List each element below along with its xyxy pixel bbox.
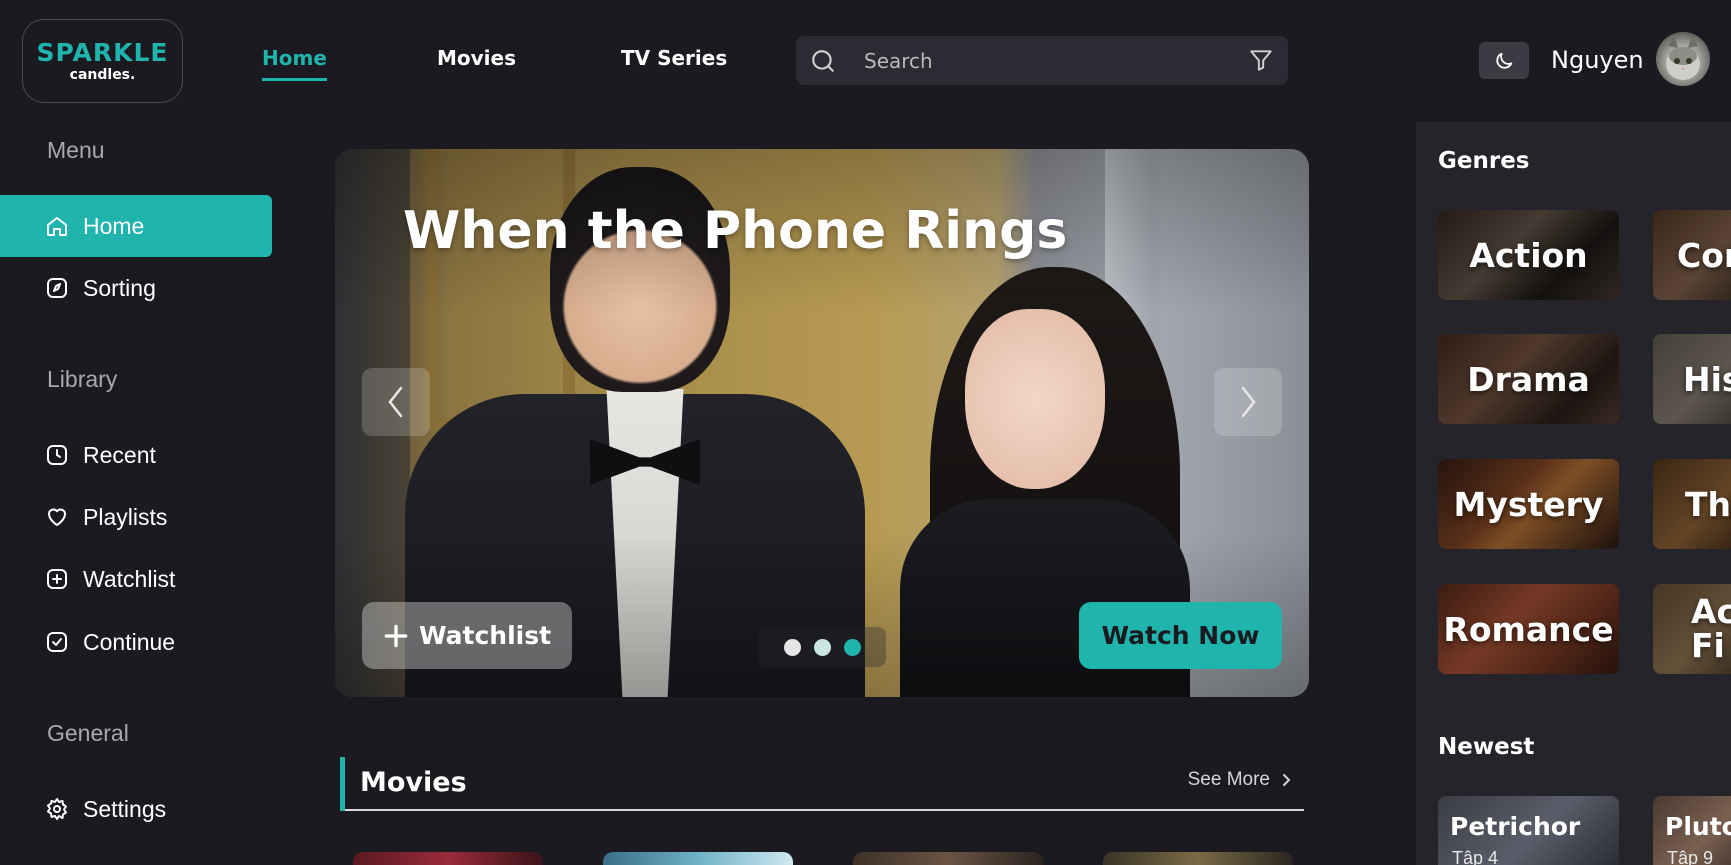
sidebar-item-logout[interactable] [0,845,272,865]
brand-line1: SPARKLE [36,37,169,67]
hero-banner[interactable]: When the Phone Rings Watchlist Watch Now [335,149,1309,697]
sidebar-item-recent[interactable]: Recent [0,424,272,486]
genre-card-history[interactable]: His [1653,334,1731,424]
genre-label: His [1683,359,1731,399]
search-bar [796,36,1288,85]
sidebar-item-continue[interactable]: Continue [0,611,272,673]
right-panel: Genres Action Con Drama His Mystery Thr … [1416,122,1731,865]
genres-title: Genres [1438,148,1530,174]
search-icon[interactable] [810,48,836,74]
search-input[interactable] [864,44,1224,77]
carousel-dots [758,627,886,667]
chevron-right-icon [1283,774,1291,786]
movie-card[interactable] [603,852,793,865]
compass-icon [47,278,67,298]
hero-prev-button[interactable] [362,368,430,436]
filter-icon[interactable] [1248,47,1274,73]
check-square-icon [47,632,67,652]
gear-icon [47,798,67,820]
carousel-dot[interactable] [783,638,801,656]
add-watchlist-button[interactable]: Watchlist [362,602,572,669]
sidebar-item-label: Watchlist [83,565,176,592]
see-more-link[interactable]: See More [1188,769,1292,791]
see-more-label: See More [1187,769,1270,790]
genre-label: Con [1677,235,1731,275]
topnav-home[interactable]: Home [262,46,327,81]
sidebar-item-watchlist[interactable]: Watchlist [0,548,272,610]
avatar[interactable] [1656,32,1710,86]
genre-label: Mystery [1453,484,1604,524]
watch-now-button[interactable]: Watch Now [1079,602,1282,669]
chevron-right-icon [1241,386,1256,418]
chevron-left-icon [388,386,403,418]
movie-card[interactable] [853,852,1043,865]
newest-card-episode: Tập 4 [1452,848,1499,865]
sidebar-item-label: Recent [83,441,156,468]
hero-next-button[interactable] [1214,368,1282,436]
genre-card-mystery[interactable]: Mystery [1438,459,1619,549]
heart-icon [48,508,66,526]
brand-line2: candles. [69,66,136,83]
newest-card[interactable]: Pluto Tập 9 [1653,796,1731,865]
genre-label: Ac Fi [1691,592,1731,665]
plus-square-icon [47,569,67,589]
hero-title: When the Phone Rings [403,201,1068,261]
moon-icon [1496,52,1513,69]
newest-card[interactable]: Petrichor Tập 4 [1438,796,1619,865]
newest-card-title: Petrichor [1450,812,1581,841]
sidebar-heading-general: General [47,720,129,746]
add-watchlist-label: Watchlist [418,621,552,650]
movies-header: Movies See More [340,757,1304,811]
newest-title: Newest [1438,734,1535,760]
sidebar-item-label: Settings [83,795,167,822]
movie-card[interactable] [1103,852,1293,865]
genre-card-action[interactable]: Action [1438,210,1619,300]
genre-label: Action [1469,235,1588,275]
newest-card-episode: Tập 9 [1667,848,1714,865]
genre-card-drama[interactable]: Drama [1438,334,1619,424]
section-accent-bar [340,757,345,811]
clock-icon [47,445,67,465]
brand-logo[interactable]: SPARKLE candles. [22,19,183,103]
sidebar-item-playlists[interactable]: Playlists [0,486,272,548]
sidebar-item-label: Sorting [83,274,156,301]
genre-label: Drama [1467,359,1590,399]
carousel-dot[interactable] [813,638,831,656]
topnav-movies[interactable]: Movies [437,46,516,70]
sidebar-item-home[interactable]: Home [0,195,272,257]
genre-label: Thr [1685,484,1731,524]
genre-card-thriller[interactable]: Thr [1653,459,1731,549]
sidebar-heading-menu: Menu [47,137,105,163]
movie-card[interactable] [353,852,543,865]
sidebar-item-settings[interactable]: Settings [0,778,272,840]
sidebar-item-label: Continue [83,628,176,655]
genre-card-romance[interactable]: Romance [1438,584,1619,674]
sidebar-item-label: Home [83,212,145,239]
genre-card-comedy[interactable]: Con [1653,210,1731,300]
genre-label: Romance [1443,609,1614,649]
movies-title: Movies [360,767,467,798]
genre-card-action-fiction[interactable]: Ac Fi [1653,584,1731,674]
sidebar-heading-library: Library [47,366,118,392]
newest-card-title: Pluto [1665,812,1731,841]
theme-toggle-button[interactable] [1479,42,1529,79]
home-icon [47,217,67,236]
sidebar-item-sorting[interactable]: Sorting [0,257,272,319]
topnav-tv-series[interactable]: TV Series [621,46,727,70]
sidebar-item-label: Playlists [83,503,168,530]
user-name[interactable]: Nguyen [1551,46,1644,74]
cat-avatar-icon [1666,36,1700,80]
plus-icon [384,624,408,647]
carousel-dot-active[interactable] [843,638,861,656]
